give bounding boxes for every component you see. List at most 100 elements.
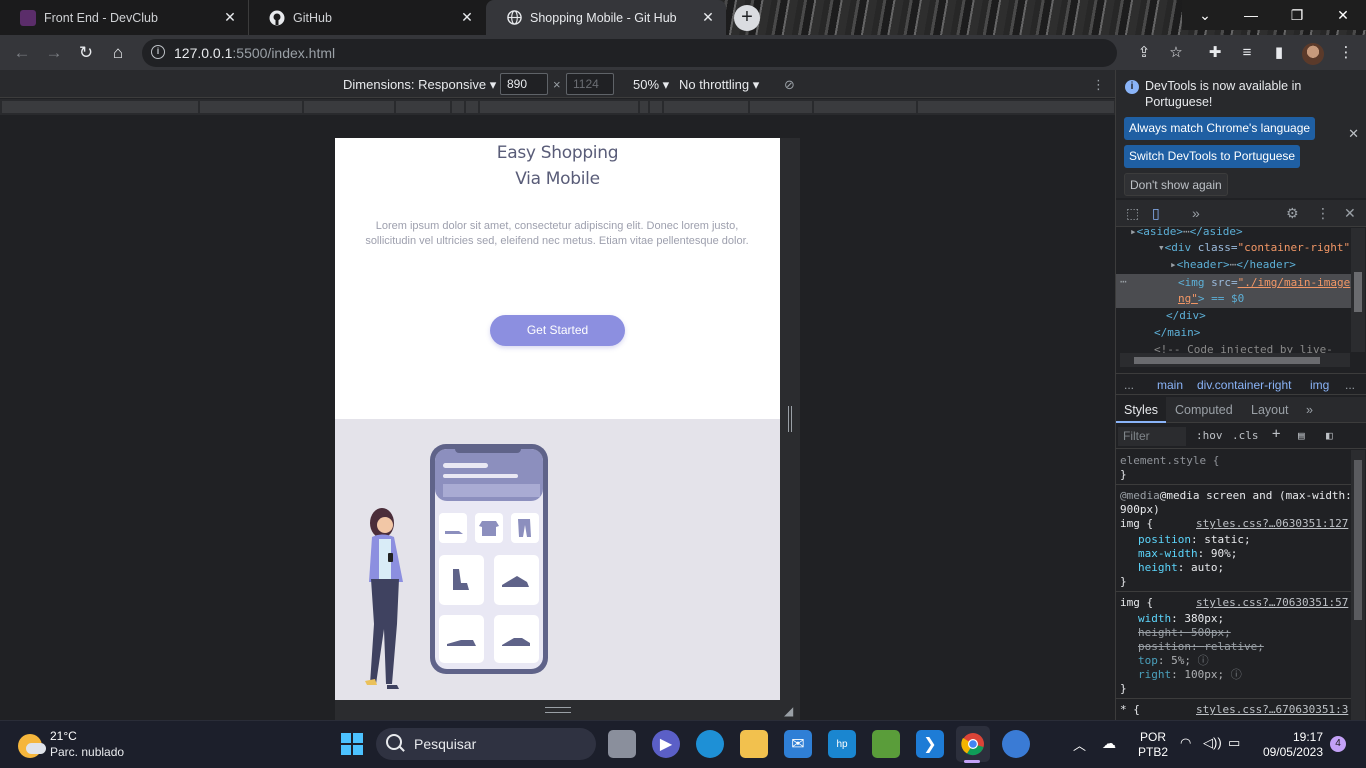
toggle-sidebar-icon[interactable]: ◧	[1326, 429, 1333, 442]
mail-icon[interactable]: ✉	[784, 730, 812, 758]
tab-close-icon[interactable]: ✕	[700, 9, 716, 25]
element-style-rule[interactable]: element.style {	[1120, 454, 1219, 468]
teams-chat-icon[interactable]: ▶	[652, 730, 680, 758]
get-started-button[interactable]: Get Started	[490, 315, 625, 346]
inspect-element-icon[interactable]: ⬚	[1126, 205, 1139, 222]
breadcrumb-overflow[interactable]: ...	[1345, 378, 1355, 392]
more-panels-icon[interactable]: »	[1192, 205, 1200, 221]
site-info-icon[interactable]: i	[151, 45, 165, 59]
tab-shopping-mobile[interactable]: Shopping Mobile - Git Hub ✕	[486, 0, 726, 35]
dont-show-again-button[interactable]: Don't show again	[1124, 173, 1228, 196]
paint-icon[interactable]: ▤	[1298, 429, 1305, 442]
profile-avatar[interactable]	[1302, 43, 1324, 65]
task-view-icon[interactable]	[608, 730, 636, 758]
resize-corner-icon[interactable]: ◢	[784, 704, 793, 718]
resize-handle-horizontal[interactable]	[545, 707, 571, 713]
new-tab-button[interactable]: +	[734, 5, 760, 31]
css-declaration-inactive[interactable]: top: 5%; ⓘ	[1138, 654, 1209, 668]
css-declaration[interactable]: height: auto;	[1138, 561, 1224, 575]
share-icon[interactable]: ⇪	[1134, 43, 1154, 63]
menu-dots-icon[interactable]: ⋮	[1336, 43, 1356, 63]
myhp-icon[interactable]: hp	[828, 730, 856, 758]
dom-node-img[interactable]: <img src="./img/main-image	[1178, 274, 1350, 291]
resize-handle-vertical[interactable]	[788, 406, 792, 432]
minimize-button[interactable]: —	[1228, 0, 1274, 30]
tab-close-icon[interactable]: ✕	[222, 9, 238, 25]
battery-icon[interactable]: ▭	[1228, 735, 1240, 751]
css-declaration[interactable]: position: static;	[1138, 533, 1251, 547]
css-source-link[interactable]: styles.css?…0630351:127	[1196, 517, 1348, 531]
home-icon[interactable]: ⌂	[106, 41, 130, 65]
bookmark-star-icon[interactable]: ☆	[1166, 43, 1186, 63]
breadcrumb-more[interactable]: ...	[1124, 378, 1134, 392]
css-source-link[interactable]: styles.css?…670630351:3	[1196, 703, 1348, 717]
css-declaration-overridden[interactable]: height: 500px;	[1138, 626, 1231, 640]
height-input[interactable]: 1124	[566, 73, 614, 95]
back-icon[interactable]: ←	[10, 41, 34, 65]
node-options-icon[interactable]: ⋯	[1120, 273, 1127, 290]
forward-icon[interactable]: →	[42, 41, 66, 65]
rotate-icon[interactable]: ⊘	[784, 77, 795, 93]
clock[interactable]: 19:17 09/05/2023	[1260, 730, 1323, 760]
css-selector[interactable]: * {	[1120, 703, 1140, 717]
dom-tree[interactable]: ▸<aside>⋯</aside> ▾<div class="container…	[1116, 227, 1366, 355]
notification-badge[interactable]: 4	[1330, 736, 1346, 752]
reload-icon[interactable]: ↻	[74, 41, 98, 65]
always-match-language-button[interactable]: Always match Chrome's language	[1124, 117, 1316, 140]
styles-pane[interactable]: element.style { } @media@media screen an…	[1116, 450, 1356, 722]
close-window-button[interactable]: ✕	[1320, 0, 1366, 30]
side-panel-icon[interactable]: ▮	[1269, 43, 1289, 63]
css-declaration[interactable]: width: 380px;	[1138, 612, 1224, 626]
devtools-menu-icon[interactable]: ⋮	[1316, 205, 1330, 222]
devtools-close-icon[interactable]: ✕	[1344, 205, 1356, 222]
edge-icon[interactable]	[696, 730, 724, 758]
dom-node-div[interactable]: ▾<div class="container-right"	[1158, 239, 1350, 256]
breadcrumb-div[interactable]: div.container-right	[1197, 378, 1292, 392]
tab-computed[interactable]: Computed	[1175, 403, 1233, 417]
device-menu-icon[interactable]: ⋮	[1092, 77, 1105, 93]
throttle-select[interactable]: No throttling ▾	[679, 77, 759, 93]
nodejs-icon[interactable]	[872, 730, 900, 758]
settings-gear-icon[interactable]: ⚙	[1286, 205, 1299, 222]
styles-scrollbar[interactable]	[1351, 450, 1365, 720]
tab-close-icon[interactable]: ✕	[459, 9, 475, 25]
breadcrumb-img[interactable]: img	[1310, 378, 1329, 392]
css-declaration[interactable]: max-width: 90%;	[1138, 547, 1237, 561]
extensions-icon[interactable]: ✚	[1205, 43, 1225, 63]
new-rule-icon[interactable]: +	[1272, 426, 1280, 442]
windows-start-icon[interactable]	[338, 730, 366, 758]
hov-toggle[interactable]: :hov	[1196, 429, 1223, 442]
dom-horizontal-scrollbar[interactable]	[1120, 353, 1350, 367]
device-toggle-icon[interactable]: ▯	[1152, 205, 1160, 222]
tray-overflow-icon[interactable]: ︿	[1073, 735, 1086, 754]
dimensions-select[interactable]: Dimensions: Responsive ▾	[343, 77, 496, 93]
chrome-profile-icon[interactable]	[1002, 730, 1030, 758]
styles-filter-input[interactable]: Filter	[1118, 427, 1186, 446]
css-selector[interactable]: img {	[1120, 596, 1153, 610]
onedrive-cloud-icon[interactable]: ☁	[1102, 735, 1116, 752]
volume-icon[interactable]: ◁))	[1203, 735, 1222, 751]
tab-github[interactable]: GitHub ✕	[248, 0, 485, 35]
media-query-bar[interactable]	[0, 99, 1115, 115]
file-explorer-icon[interactable]	[740, 730, 768, 758]
infobar-close-icon[interactable]: ✕	[1348, 126, 1359, 142]
css-declaration-overridden[interactable]: position: relative;	[1138, 640, 1264, 654]
taskbar-search[interactable]: Pesquisar	[376, 728, 596, 760]
address-bar[interactable]: i 127.0.0.1:5500/index.html	[142, 39, 1117, 67]
cls-toggle[interactable]: .cls	[1232, 429, 1259, 442]
tab-devclub[interactable]: Front End - DevClub ✕	[0, 0, 248, 35]
tab-styles[interactable]: Styles	[1116, 397, 1167, 423]
dom-scrollbar[interactable]	[1351, 228, 1365, 352]
language-indicator[interactable]: POR PTB2	[1138, 730, 1168, 760]
css-selector[interactable]: img {	[1120, 517, 1153, 531]
tab-search-icon[interactable]: ⌄	[1182, 0, 1228, 30]
tab-more[interactable]: »	[1306, 403, 1313, 417]
vscode-icon[interactable]: ❯	[916, 730, 944, 758]
breadcrumb-main[interactable]: main	[1157, 378, 1183, 392]
media-controls-icon[interactable]: ≡	[1237, 43, 1257, 63]
zoom-select[interactable]: 50% ▾	[633, 77, 669, 93]
restore-button[interactable]: ❐	[1274, 0, 1320, 30]
width-input[interactable]: 890	[500, 73, 548, 95]
dom-node-header[interactable]: ▸<header>⋯</header>	[1170, 256, 1296, 273]
css-declaration-inactive[interactable]: right: 100px; ⓘ	[1138, 668, 1242, 682]
